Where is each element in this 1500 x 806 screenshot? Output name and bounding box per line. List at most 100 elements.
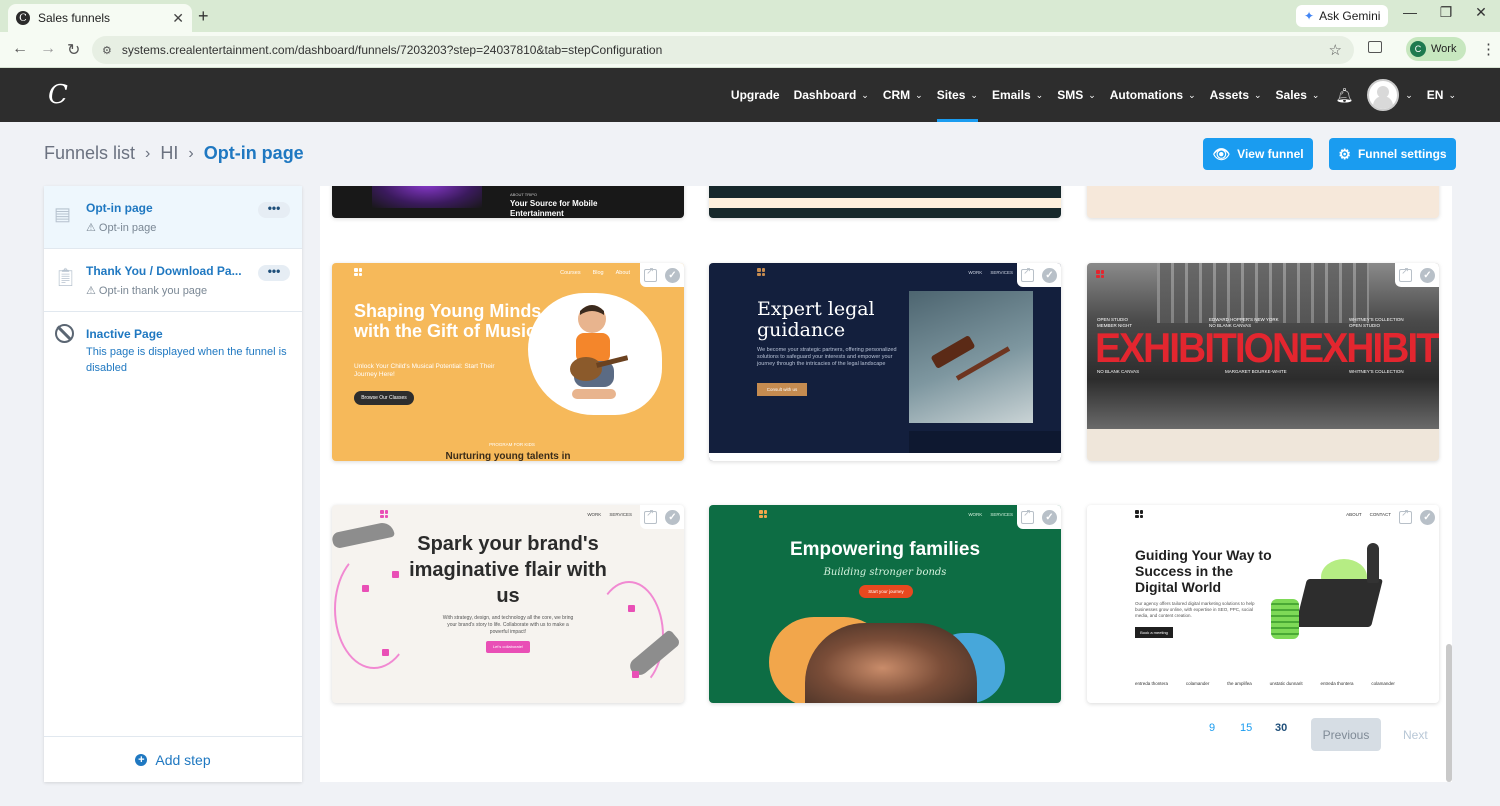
client-logos: entreda thontera colamander the amplifea… [1135,681,1395,686]
chevron-right-icon: › [145,144,151,162]
template-logo [759,510,767,518]
check-circle-icon[interactable]: ✓ [1042,509,1057,525]
breadcrumb-funnels-list[interactable]: Funnels list [44,143,135,164]
browser-menu-icon[interactable]: ⋮ [1481,40,1496,58]
funnel-settings-button[interactable]: ⚙ Funnel settings [1329,138,1456,170]
reload-icon[interactable]: ↻ [67,40,80,60]
breadcrumb-funnel[interactable]: HI [160,143,178,164]
step-opt-in-page[interactable]: ▤ Opt-in page ⚠ Opt-in page ••• [44,186,302,249]
scrollbar-thumb[interactable] [1446,644,1452,782]
page-size-30[interactable]: 30 [1275,722,1287,734]
profile-avatar: C [1410,41,1426,57]
template-card[interactable]: ABOUT TRIPO Your Source for Mobile Enter… [332,186,684,218]
gear-icon: ⚙ [1338,145,1351,162]
step-inactive-page[interactable]: Inactive Page This page is displayed whe… [44,312,302,382]
ask-gemini-label: Ask Gemini [1319,9,1381,23]
app-topnav: C Upgrade Dashboard ⌄ CRM ⌄ Sites ⌄ Emails ⌄… [0,68,1500,122]
chevron-down-icon: ⌄ [1254,89,1262,100]
nav-sites[interactable]: Sites ⌄ [936,68,979,122]
step-thank-you-page[interactable]: 📋︎ Thank You / Download Pa... ⚠ Opt-in t… [44,249,302,312]
bell-icon[interactable]: 🔔︎ [1335,87,1353,104]
template-heading: Shaping Young Minds with the Gift of Mus… [354,301,542,341]
template-body: We become your strategic partners, offer… [757,347,897,367]
view-funnel-button[interactable]: 👁︎ View funnel [1203,138,1313,170]
add-step-button[interactable]: + Add step [44,736,302,782]
window-close-icon[interactable]: ✕ [1466,4,1496,21]
gavel-image [909,291,1033,423]
profile-chip[interactable]: C Work [1406,37,1467,61]
template-body: With strategy, design, and technology al… [442,615,574,635]
previous-page-button[interactable]: Previous [1311,718,1381,751]
template-logo [1135,510,1143,518]
cast-icon[interactable] [1368,41,1382,53]
check-circle-icon[interactable]: ✓ [1042,267,1057,283]
check-circle-icon[interactable]: ✓ [1420,267,1435,283]
template-logo [380,510,388,518]
url-field[interactable]: ⚙ systems.crealentertainment.com/dashboa… [92,36,1354,64]
template-card-families[interactable]: WORK SERVICES Empowering families Buildi… [709,505,1061,703]
nav-upgrade[interactable]: Upgrade [731,68,780,122]
page-size-15[interactable]: 15 [1240,722,1252,734]
external-link-icon[interactable] [644,266,657,282]
step-title: Opt-in page [86,201,153,215]
template-cta: Browse Our Classes [354,391,414,405]
minimize-icon[interactable]: — [1395,4,1425,20]
template-preview [372,186,482,208]
external-link-icon[interactable] [1399,508,1412,524]
avatar-dropdown[interactable]: ⌄ [1405,68,1413,122]
user-avatar[interactable] [1367,79,1400,111]
card-actions: ✓ [640,263,684,287]
template-logo [1096,270,1104,278]
bookmark-star-icon[interactable]: ☆ [1329,41,1342,59]
nav-sales[interactable]: Sales ⌄ [1276,68,1320,122]
nav-automations[interactable]: Automations ⌄ [1110,68,1196,122]
brand-logo[interactable]: C [48,80,68,110]
nav-crm[interactable]: CRM ⌄ [883,68,923,122]
template-card[interactable] [1087,186,1439,218]
template-card-brand[interactable]: WORK SERVICES Spark your brand's imagina… [332,505,684,703]
template-logo [354,268,362,276]
external-link-icon[interactable] [1021,508,1034,524]
templates-gallery: ABOUT TRIPO Your Source for Mobile Enter… [320,186,1452,782]
check-circle-icon[interactable]: ✓ [665,267,680,283]
address-bar: ← → ↻ ⚙ systems.crealentertainment.com/d… [0,32,1500,68]
template-card-music[interactable]: Courses Blog About Shaping Young Minds w… [332,263,684,461]
nav-assets[interactable]: Assets ⌄ [1210,68,1262,122]
scrollbar[interactable] [1446,186,1452,782]
step-more-button[interactable]: ••• [258,202,290,218]
new-tab-button[interactable]: + [198,6,209,27]
nav-emails[interactable]: Emails ⌄ [992,68,1043,122]
close-icon[interactable]: ✕ [172,10,184,27]
ask-gemini-button[interactable]: ✦ Ask Gemini [1296,5,1389,27]
funnel-steps-panel: ▤ Opt-in page ⚠ Opt-in page ••• 📋︎ Thank… [44,186,302,782]
next-page-button[interactable]: Next [1403,728,1428,742]
external-link-icon[interactable] [1021,266,1034,282]
step-title: Inactive Page [86,327,163,341]
external-link-icon[interactable] [1399,266,1412,282]
chevron-down-icon: ⌄ [1088,89,1096,100]
check-circle-icon[interactable]: ✓ [665,509,680,525]
step-more-button[interactable]: ••• [258,265,290,281]
laptop-image [1295,579,1383,627]
template-card[interactable] [709,186,1061,218]
browser-tab[interactable]: C Sales funnels ✕ [8,4,192,32]
template-nav: WORK SERVICES [968,270,1013,275]
browser-tabbar: C Sales funnels ✕ + ✦ Ask Gemini — ❐ ✕ [0,0,1500,32]
chevron-right-icon: › [188,144,194,162]
step-title: Thank You / Download Pa... [86,264,242,278]
site-settings-icon[interactable]: ⚙ [102,44,112,57]
nav-sms[interactable]: SMS ⌄ [1057,68,1096,122]
page-size-9[interactable]: 9 [1209,722,1215,734]
restore-icon[interactable]: ❐ [1431,4,1461,21]
check-circle-icon[interactable]: ✓ [1420,509,1435,525]
external-link-icon[interactable] [644,508,657,524]
nav-dashboard[interactable]: Dashboard ⌄ [794,68,869,122]
template-card-digital[interactable]: ABOUT CONTACT Guiding Your Way to Succes… [1087,505,1439,703]
template-nav: WORK SERVICES [587,512,632,517]
language-selector[interactable]: EN ⌄ [1427,68,1456,122]
template-card-exhibition[interactable]: OPEN STUDIO MEMBER NIGHT EDWARD HOPPER'S… [1087,263,1439,461]
template-nav: ABOUT CONTACT [1346,512,1391,517]
template-card-legal[interactable]: WORK SERVICES Expert legal guidance We b… [709,263,1061,461]
back-arrow-icon[interactable]: ← [12,40,28,58]
forward-arrow-icon[interactable]: → [40,40,56,58]
